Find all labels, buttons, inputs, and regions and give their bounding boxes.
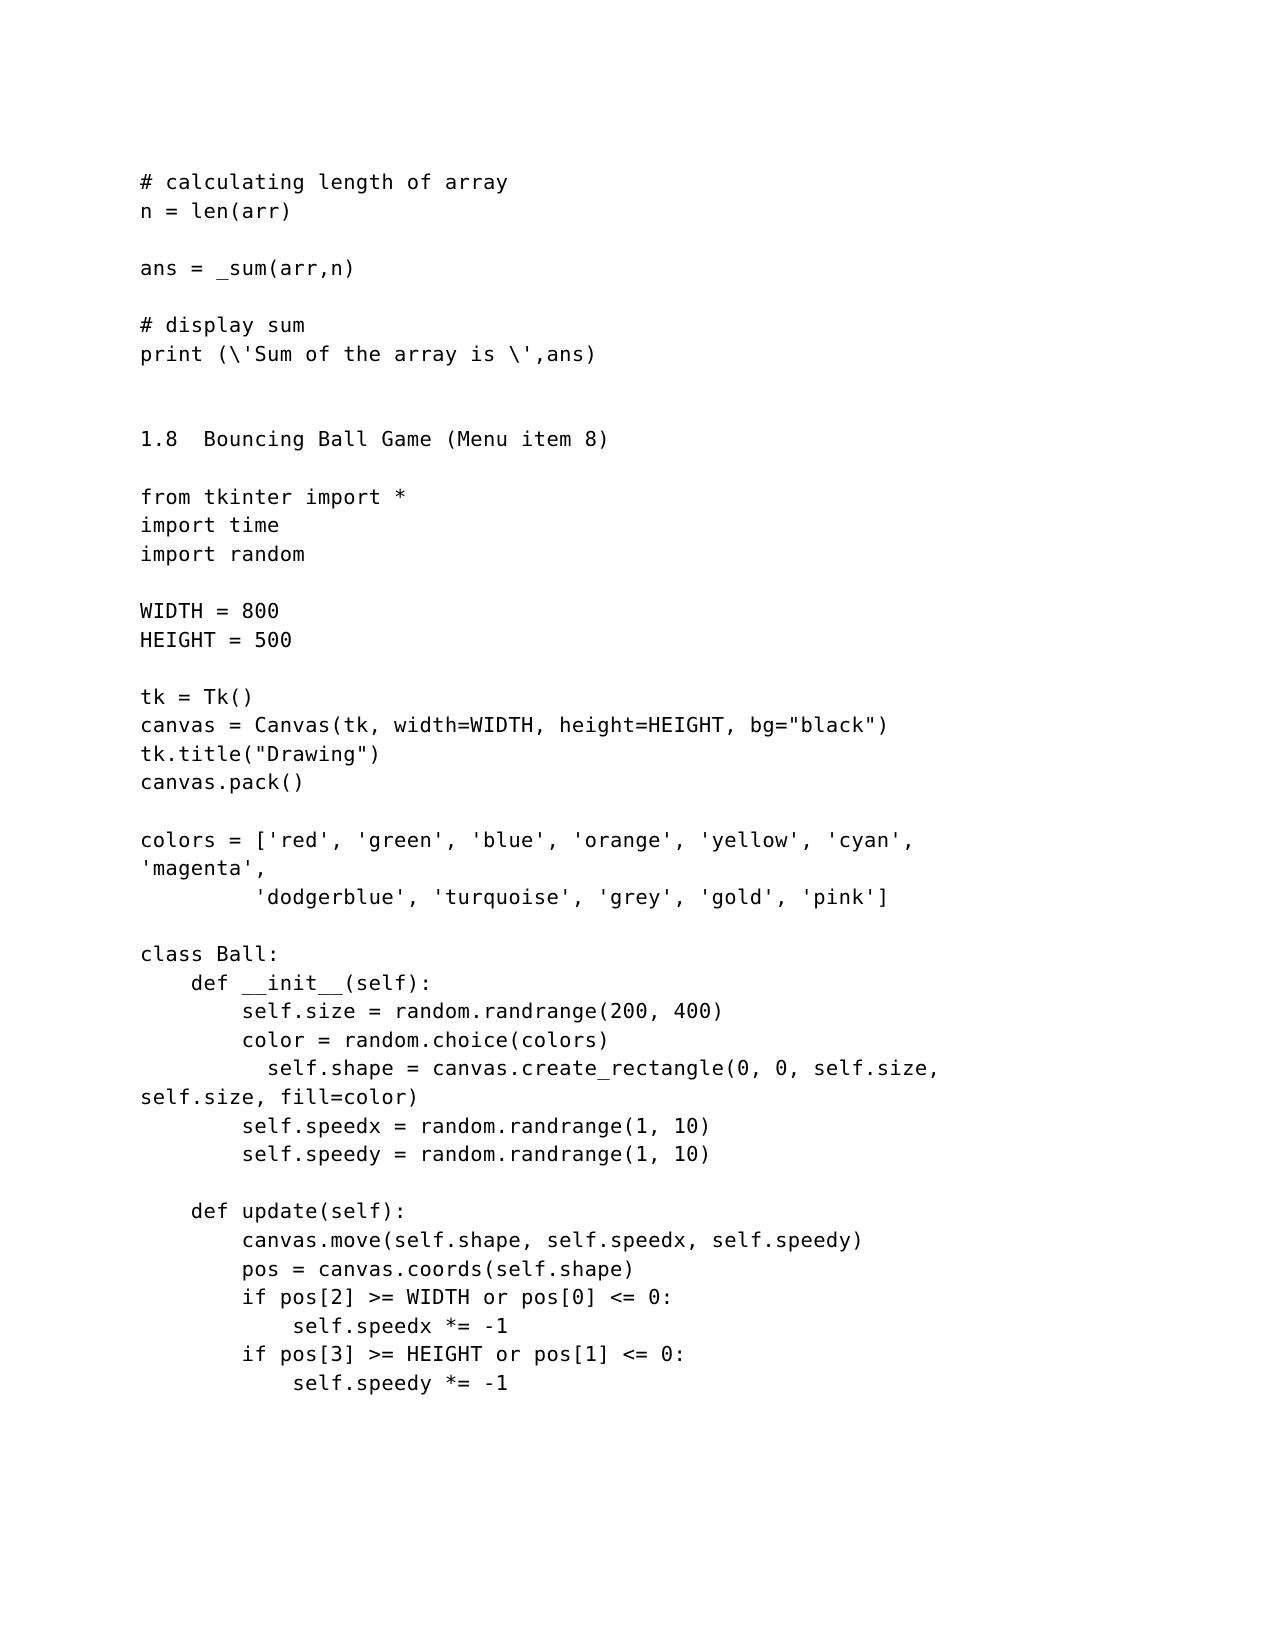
document-page: # calculating length of array n = len(ar… xyxy=(0,0,1275,1650)
code-line: color = random.choice(colors) xyxy=(140,1027,610,1052)
array-sum-code-block: # calculating length of array n = len(ar… xyxy=(140,168,1100,368)
code-line: if pos[2] >= WIDTH or pos[0] <= 0: xyxy=(140,1285,674,1310)
code-line: self.speedx = random.randrange(1, 10) xyxy=(140,1113,712,1138)
code-line: def update(self): xyxy=(140,1199,407,1224)
code-line: print (\'Sum of the array is \',ans) xyxy=(140,341,598,366)
code-line: pos = canvas.coords(self.shape) xyxy=(140,1256,636,1281)
code-line: canvas.move(self.shape, self.speedx, sel… xyxy=(140,1227,865,1252)
code-line: tk = Tk() xyxy=(140,684,255,709)
code-line: # calculating length of array xyxy=(140,170,509,194)
code-line: 'dodgerblue', 'turquoise', 'grey', 'gold… xyxy=(140,884,890,909)
code-line: from tkinter import * xyxy=(140,484,407,509)
page-content: # calculating length of array n = len(ar… xyxy=(140,168,1100,1398)
code-line: self.speedy *= -1 xyxy=(140,1370,509,1395)
code-line: self.shape = canvas.create_rectangle(0, … xyxy=(140,1056,941,1081)
code-line: WIDTH = 800 xyxy=(140,598,280,623)
code-line: self.speedy = random.randrange(1, 10) xyxy=(140,1142,712,1167)
code-line: self.size = random.randrange(200, 400) xyxy=(140,999,725,1024)
code-line: import random xyxy=(140,541,306,566)
code-line: tk.title("Drawing") xyxy=(140,741,382,766)
code-line: self.size, fill=color) xyxy=(140,1085,420,1109)
bouncing-ball-code-block: from tkinter import * import time import… xyxy=(140,454,1100,1398)
code-line: canvas = Canvas(tk, width=WIDTH, height=… xyxy=(140,713,890,738)
code-line: ans = _sum(arr,n) xyxy=(140,255,356,280)
section-heading: 1.8 Bouncing Ball Game (Menu item 8) xyxy=(140,427,610,452)
code-line: import time xyxy=(140,513,280,538)
code-line: self.speedx *= -1 xyxy=(140,1313,509,1338)
code-line: 'magenta', xyxy=(140,856,268,881)
code-line: # display sum xyxy=(140,312,306,337)
code-line: n = len(arr) xyxy=(140,198,293,223)
code-line: if pos[3] >= HEIGHT or pos[1] <= 0: xyxy=(140,1342,687,1367)
code-line: HEIGHT = 500 xyxy=(140,627,293,652)
code-line: def __init__(self): xyxy=(140,970,433,995)
code-line: class Ball: xyxy=(140,942,280,967)
code-line: colors = ['red', 'green', 'blue', 'orang… xyxy=(140,827,915,852)
code-line: canvas.pack() xyxy=(140,770,306,795)
